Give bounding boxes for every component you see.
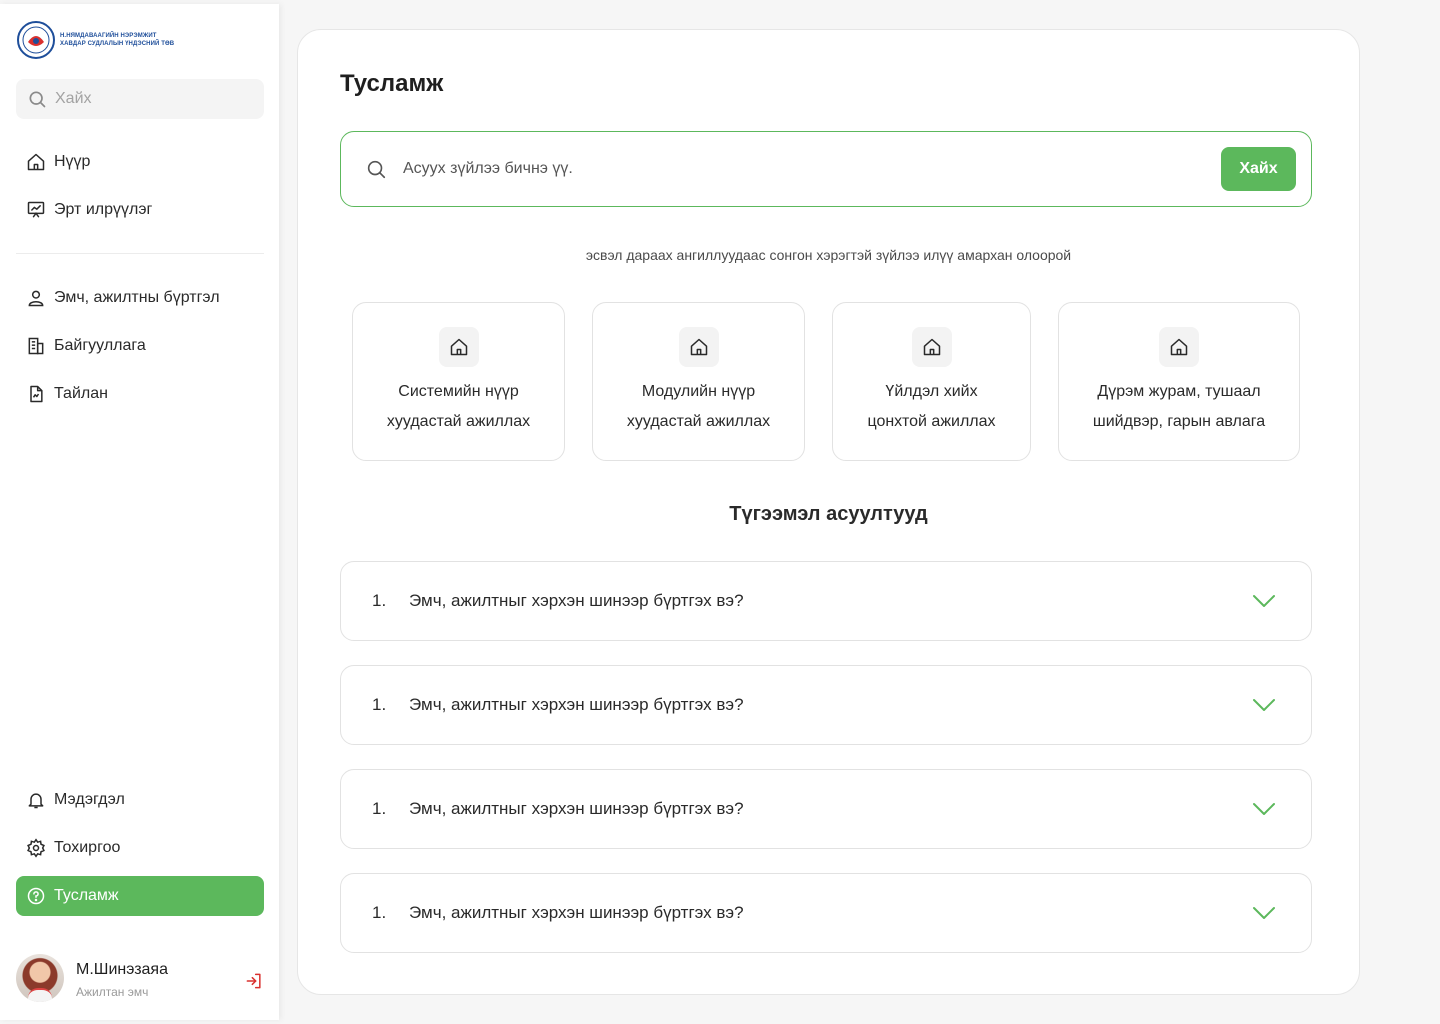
home-icon	[1170, 338, 1188, 356]
sidebar-item-label: Нүүр	[54, 153, 91, 170]
logo-text: Н.НЯМДАВААГИЙН НЭРЭМЖИТ ХАВДАР СУДЛАЛЫН …	[60, 32, 174, 48]
avatar[interactable]	[16, 954, 64, 1002]
logout-icon[interactable]	[244, 971, 264, 991]
chevron-down-icon[interactable]	[1251, 692, 1277, 718]
logo-line-2: ХАВДАР СУДЛАЛЫН ҮНДЭСНИЙ ТӨВ	[60, 41, 175, 47]
faq-number: 1.	[372, 591, 387, 610]
sidebar-item-label: Тайлан	[54, 385, 108, 402]
category-card-module-home[interactable]: Модулийн нүүр хуудастай ажиллах	[592, 302, 805, 461]
sidebar-item-settings[interactable]: Тохиргоо	[16, 828, 264, 868]
help-search-bar[interactable]: Хайх	[340, 131, 1312, 207]
report-icon	[30, 385, 43, 403]
sidebar-item-organization[interactable]: Байгууллага	[16, 326, 264, 366]
faq-section-title: Түгээмэл асуултууд	[729, 503, 928, 525]
home-icon	[690, 338, 707, 356]
sidebar-item-notifications[interactable]: Мэдэгдэл	[16, 780, 264, 820]
category-label-line-1: Үйлдэл хийх	[885, 383, 978, 400]
sidebar-item-early-detection[interactable]: Эрт илрүүлэг	[16, 190, 264, 230]
category-label-line-2: хуудастай ажиллах	[626, 413, 771, 430]
sidebar-item-label: Мэдэгдэл	[54, 791, 125, 808]
faq-item[interactable]: 1. Эмч, ажилтныг хэрхэн шинээр бүртгэх в…	[340, 873, 1312, 953]
faq-item[interactable]: 1. Эмч, ажилтныг хэрхэн шинээр бүртгэх в…	[340, 769, 1312, 849]
faq-item[interactable]: 1. Эмч, ажилтныг хэрхэн шинээр бүртгэх в…	[340, 665, 1312, 745]
sidebar-item-home[interactable]: Нүүр	[16, 142, 264, 182]
category-label-line-2: шийдвэр, гарын авлага	[1092, 413, 1266, 430]
user-icon	[28, 290, 44, 307]
category-card-system-home[interactable]: Системийн нүүр хуудастай ажиллах	[352, 302, 565, 461]
building-icon	[28, 337, 44, 355]
category-card-regulations[interactable]: Дүрэм журам, тушаал шийдвэр, гарын авлаг…	[1058, 302, 1300, 461]
faq-item[interactable]: 1. Эмч, ажилтныг хэрхэн шинээр бүртгэх в…	[340, 561, 1312, 641]
category-card-action-window[interactable]: Үйлдэл хийх цонхтой ажиллах	[832, 302, 1031, 461]
faq-question: Эмч, ажилтныг хэрхэн шинээр бүртгэх вэ?	[409, 695, 744, 714]
category-hint: эсвэл дараах ангиллуудаас сонгон хэрэгтэ…	[585, 247, 1072, 263]
home-icon	[923, 338, 940, 356]
faq-question: Эмч, ажилтныг хэрхэн шинээр бүртгэх вэ?	[409, 799, 744, 818]
chevron-down-icon[interactable]	[1251, 900, 1277, 926]
category-icon-box	[1159, 327, 1199, 367]
category-label-line-1: Модулийн нүүр	[641, 383, 756, 400]
category-label-line-1: Системийн нүүр	[398, 383, 519, 400]
sidebar-item-label: Байгууллага	[54, 337, 146, 354]
logo-line-1: Н.НЯМДАВААГИЙН НЭРЭМЖИТ	[60, 33, 157, 39]
sidebar-item-label: Эрт илрүүлэг	[54, 201, 153, 218]
category-label: Модулийн нүүр хуудастай ажиллах	[603, 377, 794, 437]
chart-board-icon	[27, 201, 45, 218]
page-title: Тусламж	[340, 70, 444, 97]
logo[interactable]: Н.НЯМДАВААГИЙН НЭРЭМЖИТ ХАВДАР СУДЛАЛЫН …	[16, 20, 174, 60]
profile-role: Ажилтан эмч	[76, 985, 149, 999]
sidebar-item-report[interactable]: Тайлан	[16, 374, 264, 414]
user-profile[interactable]: М.Шинэзаяа Ажилтан эмч	[16, 954, 264, 1008]
sidebar-search[interactable]	[16, 79, 264, 119]
sidebar-item-label: Эмч, ажилтны бүртгэл	[54, 289, 220, 306]
logo-emblem-icon	[17, 21, 55, 59]
faq-number: 1.	[372, 903, 387, 922]
category-label-line-1: Дүрэм журам, тушаал	[1097, 383, 1261, 400]
faq-number: 1.	[372, 799, 387, 818]
sidebar: Н.НЯМДАВААГИЙН НЭРЭМЖИТ ХАВДАР СУДЛАЛЫН …	[0, 4, 279, 1020]
category-label: Дүрэм журам, тушаал шийдвэр, гарын авлаг…	[1069, 377, 1289, 437]
search-icon	[367, 160, 386, 179]
search-icon	[29, 91, 46, 108]
home-icon	[450, 338, 467, 356]
category-label: Үйлдэл хийх цонхтой ажиллах	[843, 377, 1020, 437]
help-panel: Тусламж Хайх эсвэл дараах ангиллуудаас с…	[297, 29, 1360, 995]
sidebar-item-label: Тохиргоо	[54, 839, 121, 856]
chevron-down-icon[interactable]	[1251, 588, 1277, 614]
faq-number: 1.	[372, 695, 387, 714]
category-icon-box	[438, 327, 479, 367]
chevron-down-icon[interactable]	[1251, 796, 1277, 822]
search-button[interactable]: Хайх	[1221, 147, 1296, 191]
gear-icon	[27, 838, 45, 858]
faq-question: Эмч, ажилтныг хэрхэн шинээр бүртгэх вэ?	[409, 591, 744, 610]
sidebar-divider	[16, 253, 264, 254]
bell-icon	[28, 793, 44, 809]
sidebar-search-input[interactable]	[55, 90, 245, 108]
help-icon	[27, 887, 45, 905]
sidebar-item-help[interactable]: Тусламж	[16, 876, 264, 916]
category-icon-box	[911, 327, 952, 367]
home-icon	[27, 153, 45, 171]
profile-name: М.Шинэзаяа	[76, 961, 168, 978]
sidebar-item-staff-registration[interactable]: Эмч, ажилтны бүртгэл	[16, 278, 264, 318]
category-label-line-2: цонхтой ажиллах	[867, 413, 996, 430]
sidebar-item-label: Тусламж	[54, 887, 119, 904]
help-search-input[interactable]	[403, 160, 1183, 178]
category-icon-box	[678, 327, 719, 367]
faq-question: Эмч, ажилтныг хэрхэн шинээр бүртгэх вэ?	[409, 903, 744, 922]
category-label-line-2: хуудастай ажиллах	[386, 413, 531, 430]
category-label: Системийн нүүр хуудастай ажиллах	[363, 377, 554, 437]
